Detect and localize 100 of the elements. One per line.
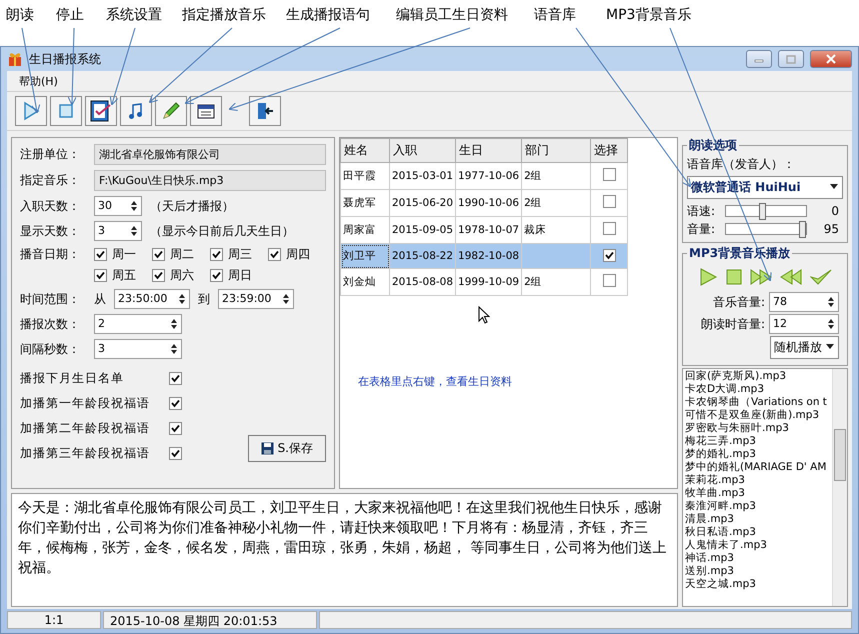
weekday-checkbox[interactable]: 周一 — [94, 246, 142, 263]
weekday-checkbox[interactable]: 周五 — [94, 267, 142, 284]
table-cell: 2015-08-22 — [390, 244, 456, 268]
playlist-item[interactable]: 梦的婚礼.mp3 — [685, 448, 830, 461]
checkmark-icon[interactable] — [810, 268, 832, 286]
checkmark-icon — [171, 449, 180, 458]
pencil-icon — [161, 101, 181, 121]
spinner-arrows-icon — [130, 225, 138, 237]
row-checkbox[interactable] — [602, 222, 616, 235]
playlist-item[interactable]: 天空之城.mp3 — [685, 578, 830, 591]
playlist-item[interactable]: 梦中的婚礼(MARIAGE D' AM — [685, 461, 830, 474]
playlist-item[interactable]: 回家(萨克斯风).mp3 — [685, 370, 830, 383]
column-header[interactable]: 部门 — [522, 138, 591, 162]
play-mode-dropdown[interactable]: 随机播放 — [770, 336, 839, 359]
weekday-checkbox[interactable]: 周三 — [210, 246, 258, 263]
weekday-checkbox[interactable]: 周四 — [268, 246, 316, 263]
pencil-button[interactable] — [155, 96, 187, 126]
row-checkbox[interactable] — [602, 274, 616, 287]
checkmark-icon — [604, 251, 614, 260]
playlist-item[interactable]: 罗密欧与朱丽叶.mp3 — [685, 422, 830, 435]
weekday-checkbox[interactable]: 周二 — [152, 246, 200, 263]
playlist-item[interactable]: 送别.mp3 — [685, 565, 830, 578]
play-icon[interactable] — [698, 267, 718, 287]
weekday-checkbox[interactable]: 周六 — [152, 267, 200, 284]
playlist-item[interactable]: 秋日私语.mp3 — [685, 526, 830, 539]
spinner-arrows-icon — [130, 200, 138, 212]
calendar-button[interactable] — [190, 96, 222, 126]
number-spinner[interactable]: 2 — [94, 314, 182, 334]
maximize-icon — [786, 54, 796, 64]
field-label: 指定音乐： — [20, 172, 81, 189]
slider-thumb[interactable] — [759, 203, 766, 220]
field-label: 播音日期： — [20, 246, 81, 263]
annotation-label: 语音库 — [534, 6, 576, 24]
playlist-item[interactable]: 卡农钢琴曲（Variations on t — [685, 396, 830, 409]
exit-button[interactable] — [249, 96, 281, 126]
scrollbar[interactable] — [832, 369, 847, 606]
stop-icon[interactable] — [726, 269, 742, 285]
rewind-icon[interactable] — [780, 268, 802, 286]
column-header[interactable]: 选择 — [590, 138, 628, 162]
hint-text: （显示今日前后几天生日） — [150, 222, 294, 240]
music-button[interactable] — [120, 96, 152, 126]
checkmark-icon — [154, 271, 163, 280]
playlist-item[interactable]: 梅花三弄.mp3 — [685, 435, 830, 448]
number-spinner[interactable]: 3 — [94, 339, 182, 359]
playlist-item[interactable]: 茉莉花.mp3 — [685, 474, 830, 487]
play-button[interactable] — [15, 96, 47, 126]
row-checkbox[interactable] — [602, 168, 616, 181]
number-spinner[interactable]: 3 — [94, 221, 142, 241]
stop-icon — [58, 103, 74, 119]
music-path-field[interactable]: F:\KuGou\生日快乐.mp3 — [94, 170, 326, 191]
playlist-item[interactable]: 人鬼情未了.mp3 — [685, 539, 830, 552]
dropdown-arrow-icon — [826, 344, 834, 350]
option-checkbox[interactable]: 加播第一年龄段祝福语 — [20, 395, 182, 412]
weekday-checkbox[interactable]: 周日 — [210, 267, 258, 284]
playlist-item[interactable]: 牧羊曲.mp3 — [685, 487, 830, 500]
playlist-item[interactable]: 卡农D大调.mp3 — [685, 383, 830, 396]
number-spinner[interactable]: 12 — [769, 314, 839, 334]
gift-icon — [7, 51, 23, 67]
checkmark-icon — [171, 399, 180, 408]
table-hint: 在表格里点右键，查看生日资料 — [358, 374, 512, 389]
option-checkbox[interactable]: 加播第三年龄段祝福语 — [20, 445, 182, 462]
number-spinner[interactable]: 30 — [94, 196, 142, 216]
table-cell: 1999-10-09 — [456, 268, 522, 296]
table-cell: 刘金灿 — [340, 268, 390, 296]
maximize-button[interactable] — [778, 50, 804, 68]
checkmark-icon — [171, 374, 180, 383]
table-cell: 聂虎军 — [340, 190, 390, 216]
field-label: 注册单位： — [20, 146, 81, 163]
minimize-button[interactable] — [746, 50, 772, 68]
settings-button[interactable] — [85, 96, 117, 126]
playlist-item[interactable]: 秦淮河畔.mp3 — [685, 500, 830, 513]
window-title: 生日播报系统 — [29, 50, 101, 68]
time-spinner[interactable]: 23:50:00 — [114, 289, 190, 309]
number-spinner[interactable]: 78 — [769, 292, 839, 312]
column-header[interactable]: 姓名 — [340, 138, 390, 162]
slider-thumb[interactable] — [799, 221, 806, 238]
row-checkbox[interactable] — [602, 249, 616, 262]
table-cell: 1990-10-06 — [456, 190, 522, 216]
column-header[interactable]: 入职 — [390, 138, 456, 162]
option-checkbox[interactable]: 播报下月生日名单 — [20, 370, 182, 387]
table-cell: 2组 — [522, 190, 591, 216]
company-field[interactable]: 湖北省卓伦服饰有限公司 — [94, 144, 326, 165]
annotation-label: 停止 — [56, 6, 84, 24]
fast-forward-icon[interactable] — [750, 268, 772, 286]
column-header[interactable]: 生日 — [456, 138, 522, 162]
save-button[interactable]: S.保存 — [248, 435, 326, 462]
playlist-item[interactable]: 清晨.mp3 — [685, 513, 830, 526]
to-label: 到 — [198, 290, 210, 308]
annotation-label: MP3背景音乐 — [606, 6, 692, 24]
checkmark-icon — [212, 271, 221, 280]
row-checkbox[interactable] — [602, 195, 616, 208]
playlist-item[interactable]: 可惜不是双鱼座(新曲).mp3 — [685, 409, 830, 422]
close-button[interactable] — [810, 50, 852, 68]
from-label: 从 — [94, 290, 106, 308]
spinner-arrows-icon — [170, 343, 178, 355]
playlist-item[interactable]: 神话.mp3 — [685, 552, 830, 565]
annotation-label: 指定播放音乐 — [182, 6, 266, 24]
time-spinner[interactable]: 23:59:00 — [218, 289, 294, 309]
checkmark-icon — [96, 271, 105, 280]
option-checkbox[interactable]: 加播第二年龄段祝福语 — [20, 420, 182, 437]
